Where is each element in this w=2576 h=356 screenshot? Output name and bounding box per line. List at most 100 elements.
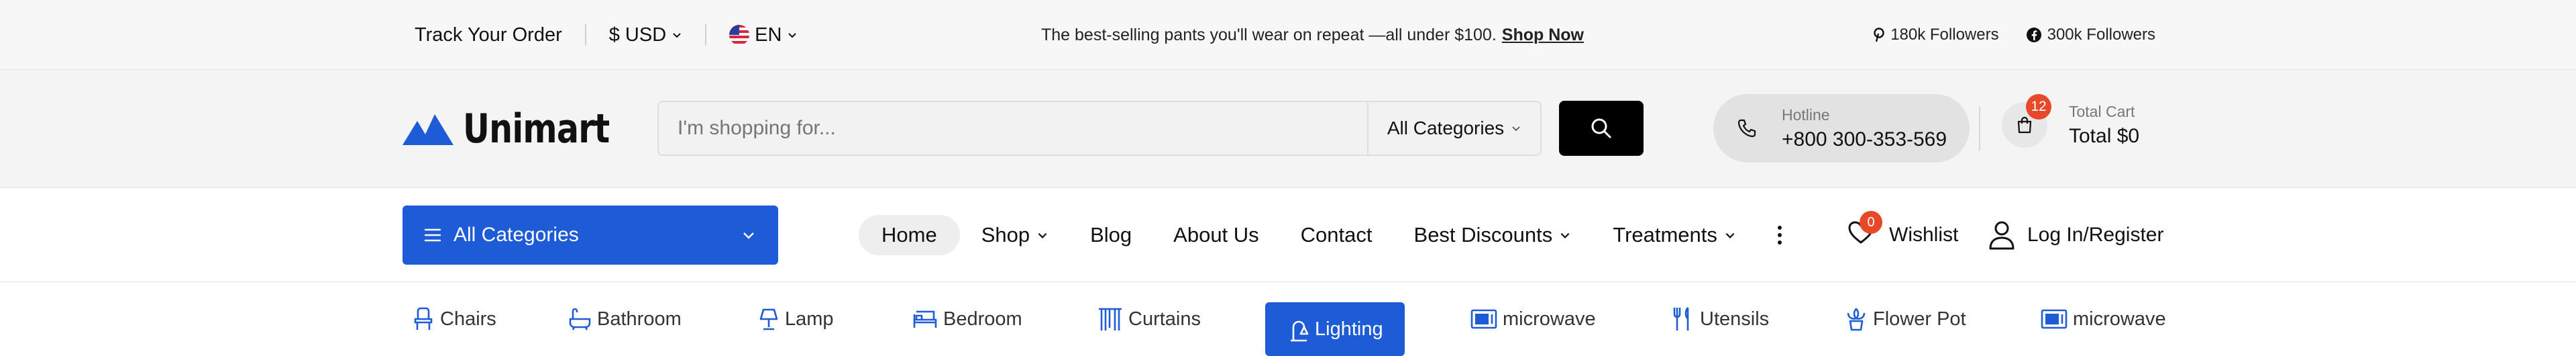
category-label: microwave [2073, 308, 2166, 330]
divider [705, 24, 707, 46]
search-button[interactable] [1559, 101, 1644, 156]
hotline-number: +800 300-353-569 [1782, 128, 1947, 150]
pinterest-followers: 180k Followers [1890, 26, 1999, 44]
divider [1979, 106, 1980, 150]
lamp-icon [759, 308, 778, 330]
track-order-link[interactable]: Track Your Order [415, 24, 562, 46]
nav-item-label: Best Discounts [1413, 223, 1553, 247]
nav-item-about-us[interactable]: About Us [1173, 223, 1259, 247]
category-curtains[interactable]: Curtains [1097, 282, 1201, 356]
search-bar: All Categories [657, 101, 1542, 156]
category-lamp[interactable]: Lamp [758, 282, 834, 356]
hotline-box[interactable]: Hotline +800 300-353-569 [1713, 94, 1970, 163]
pinterest-icon [1874, 28, 1884, 42]
us-flag-icon [729, 25, 750, 45]
language-label: EN [755, 24, 782, 46]
nav-item-contact[interactable]: Contact [1301, 223, 1373, 247]
shop-now-link[interactable]: Shop Now [1502, 26, 1584, 45]
site-logo[interactable]: Unimart [402, 70, 641, 188]
currency-label: $ USD [608, 24, 667, 46]
cart-icon-wrapper: 12 [2002, 94, 2051, 148]
lighting-icon [1291, 320, 1309, 342]
chevron-down-icon [1038, 232, 1047, 238]
phone-icon [1737, 119, 1756, 138]
nav-item-label: Treatments [1613, 223, 1717, 247]
facebook-followers: 300k Followers [2047, 26, 2155, 44]
nav-item-home[interactable]: Home [859, 215, 960, 255]
category-bathroom[interactable]: Bathroom [568, 282, 682, 356]
flower-pot-icon [1847, 308, 1866, 331]
search-input[interactable] [659, 102, 1367, 154]
chevron-down-icon [788, 33, 797, 38]
facebook-link[interactable]: 300k Followers [2026, 26, 2155, 44]
category-label: Utensils [1700, 308, 1770, 330]
chevron-down-icon [673, 33, 681, 38]
nav-item-blog[interactable]: Blog [1090, 223, 1132, 247]
promo-banner: The best-selling pants you'll wear on re… [1041, 0, 1584, 70]
category-label: microwave [1503, 308, 1596, 330]
social-followers: 180k Followers 300k Followers [1873, 0, 2155, 70]
microwave-icon [2041, 309, 2068, 329]
microwave-icon [1470, 309, 1497, 329]
shopping-bag-icon [2017, 116, 2032, 134]
nav-item-label: Shop [981, 223, 1030, 247]
more-menu-icon[interactable] [1777, 226, 1782, 244]
category-microwave[interactable]: microwave [1470, 282, 1596, 356]
mountain-logo-icon [402, 114, 453, 145]
category-utensils[interactable]: Utensils [1672, 282, 1769, 356]
wishlist-link[interactable]: 0 Wishlist [1847, 188, 1958, 282]
main-nav: All Categories Home Shop Blog About Us C… [0, 188, 2576, 282]
category-select-label: All Categories [1387, 118, 1505, 138]
category-label: Flower Pot [1873, 308, 1966, 330]
category-strip: Chairs Bathroom Lamp Bedroom Curtains Li… [0, 282, 2576, 356]
primary-menu: Home Shop Blog About Us Contact Best Dis… [859, 188, 1823, 282]
currency-dropdown[interactable]: $ USD [609, 24, 682, 46]
category-label: Lighting [1315, 318, 1383, 340]
main-header: Unimart All Categories Hotline +800 300-… [0, 70, 2576, 188]
nav-item-label: Blog [1090, 223, 1132, 247]
login-label: Log In/Register [2027, 224, 2164, 246]
facebook-icon [2026, 28, 2041, 42]
utensils-icon [1673, 307, 1689, 330]
category-flower-pot[interactable]: Flower Pot [1845, 282, 1966, 356]
category-chairs[interactable]: Chairs [412, 282, 496, 356]
wishlist-label: Wishlist [1889, 224, 1959, 246]
all-categories-button[interactable]: All Categories [402, 206, 778, 265]
cart-button[interactable]: 12 Total Cart Total $0 [2002, 94, 2140, 148]
cart-total: Total $0 [2069, 124, 2140, 147]
all-categories-label: All Categories [453, 224, 579, 246]
pinterest-link[interactable]: 180k Followers [1873, 26, 1999, 44]
hotline-label: Hotline [1782, 105, 1830, 124]
cart-label: Total Cart [2069, 102, 2135, 120]
bed-icon [913, 310, 937, 328]
nav-item-best-discounts[interactable]: Best Discounts [1414, 223, 1572, 247]
chevron-down-icon [1560, 232, 1570, 238]
category-microwave[interactable]: microwave [2041, 282, 2166, 356]
chair-icon [414, 307, 433, 330]
nav-item-label: Contact [1300, 223, 1373, 247]
category-label: Bedroom [943, 308, 1022, 330]
bathtub-icon [569, 308, 591, 330]
category-lighting[interactable]: Lighting [1265, 302, 1405, 356]
wishlist-count-badge: 0 [1860, 211, 1882, 234]
logo-text: Unimart [463, 105, 610, 152]
category-label: Curtains [1128, 308, 1201, 330]
top-bar: Track Your Order $ USD EN The best-selli… [0, 0, 2576, 70]
category-label: Bathroom [597, 308, 682, 330]
curtains-icon [1099, 308, 1122, 330]
nav-item-treatments[interactable]: Treatments [1613, 223, 1736, 247]
language-dropdown[interactable]: EN [729, 24, 798, 46]
divider [584, 24, 586, 46]
category-label: Lamp [785, 308, 834, 330]
chevron-down-icon [1725, 232, 1735, 238]
nav-item-shop[interactable]: Shop [981, 223, 1049, 247]
user-icon [1989, 221, 2015, 250]
category-label: Chairs [440, 308, 496, 330]
promo-text: The best-selling pants you'll wear on re… [1041, 25, 1497, 44]
login-register-link[interactable]: Log In/Register [1988, 188, 2163, 282]
chevron-down-icon [1512, 126, 1520, 132]
nav-item-label: Home [881, 223, 937, 247]
category-select[interactable]: All Categories [1367, 102, 1540, 154]
search-icon [1591, 118, 1611, 138]
category-bedroom[interactable]: Bedroom [912, 282, 1022, 356]
